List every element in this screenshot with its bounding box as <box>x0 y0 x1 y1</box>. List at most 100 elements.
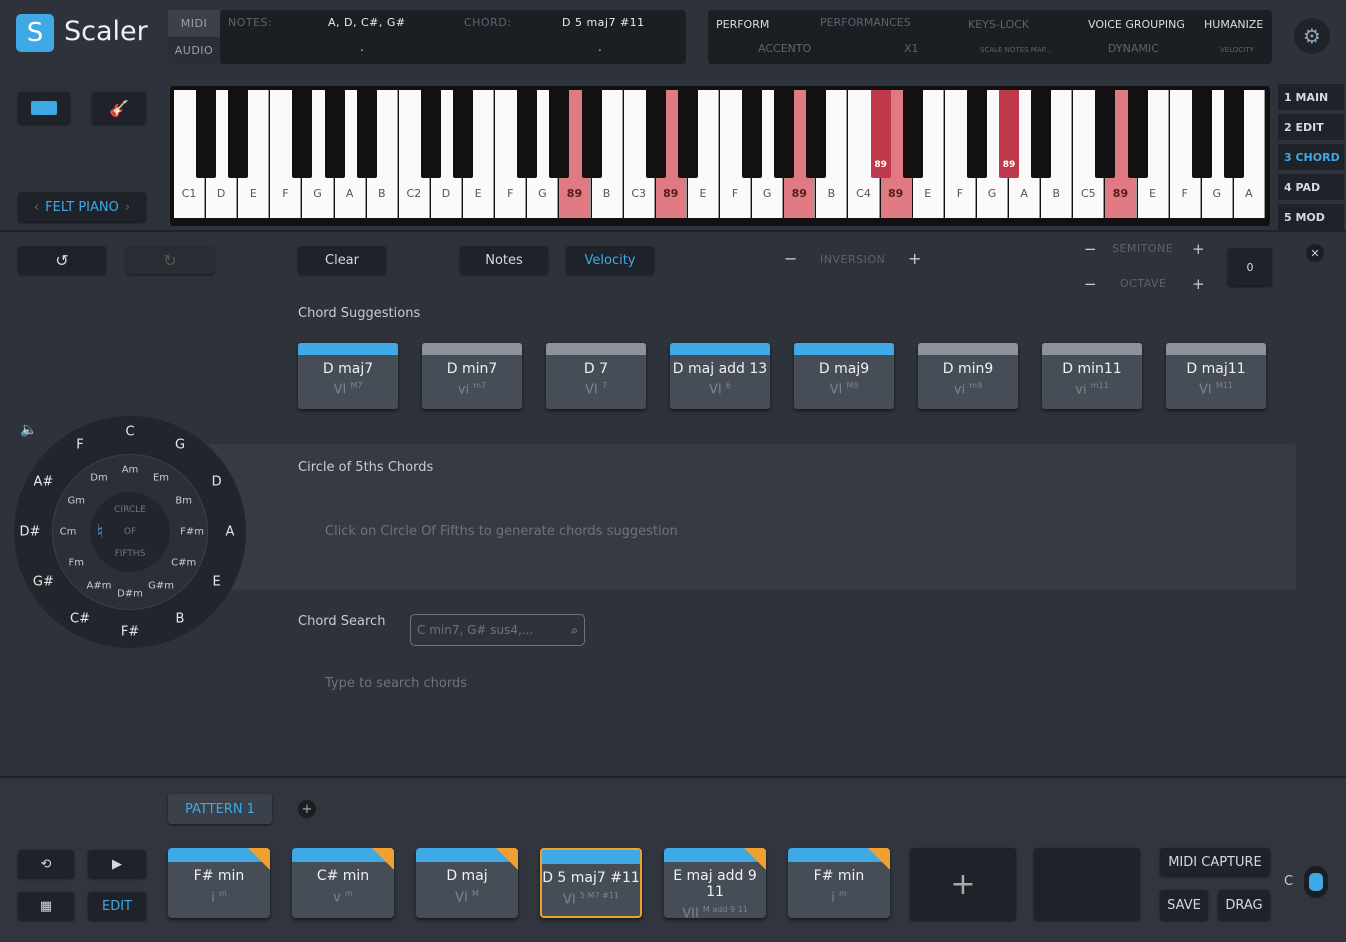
inversion-minus[interactable]: − <box>784 249 797 268</box>
semitone-minus[interactable]: − <box>1084 240 1097 258</box>
circle-key[interactable]: Gm <box>68 496 86 507</box>
perform-label[interactable]: PERFORM <box>716 18 769 31</box>
circle-of-fifths[interactable]: C G D A E B F# C# G# D# A# F Am Em Bm F#m C#m G#m D#m A#m Fm… <box>14 416 246 648</box>
black-key[interactable] <box>645 90 666 178</box>
circle-key[interactable]: D <box>212 475 222 490</box>
chord-search-input[interactable]: C min7, G# sus4,... ⌕ <box>410 614 585 646</box>
black-key[interactable] <box>292 90 313 178</box>
circle-key[interactable]: Dm <box>90 473 107 484</box>
loop-button[interactable]: ⟲ <box>18 850 74 878</box>
save-button[interactable]: SAVE <box>1160 890 1208 920</box>
black-key[interactable] <box>1031 90 1052 178</box>
black-key[interactable] <box>581 90 602 178</box>
circle-key[interactable]: F#m <box>180 527 204 538</box>
circle-key[interactable]: C#m <box>171 558 196 569</box>
velocity-selector[interactable]: VELOCITY <box>1220 46 1254 54</box>
octave-plus[interactable]: + <box>1192 275 1205 293</box>
circle-key[interactable]: Am <box>122 465 139 476</box>
circle-key[interactable]: B <box>176 611 185 626</box>
circle-key[interactable]: A <box>226 525 235 540</box>
circle-key[interactable]: Bm <box>175 496 192 507</box>
key-toggle[interactable] <box>1304 866 1328 898</box>
inversion-plus[interactable]: + <box>908 249 921 268</box>
circle-key[interactable]: G#m <box>148 580 174 591</box>
sidebar-item-mod[interactable]: 5 MOD <box>1278 204 1344 230</box>
black-key[interactable] <box>966 90 987 178</box>
semitone-plus[interactable]: + <box>1192 240 1205 258</box>
velocity-button[interactable]: Velocity <box>566 246 654 274</box>
circle-key[interactable]: F <box>76 438 83 453</box>
pattern-1-tab[interactable]: PATTERN 1 <box>168 794 272 824</box>
black-key[interactable] <box>742 90 763 178</box>
close-icon[interactable]: ✕ <box>1306 244 1324 262</box>
notes-button[interactable]: Notes <box>460 246 548 274</box>
add-chord-slot[interactable]: + <box>910 848 1016 920</box>
chord-suggestion-card[interactable]: D maj add 13 VI 6 <box>670 343 770 409</box>
voice-grouping-label[interactable]: VOICE GROUPING <box>1088 18 1185 31</box>
circle-key[interactable]: F# <box>121 625 139 640</box>
circle-key[interactable]: G# <box>33 575 54 590</box>
midi-tab[interactable]: MIDI <box>168 10 220 37</box>
grid-button[interactable]: ▦ <box>18 892 74 920</box>
black-key[interactable] <box>453 90 474 178</box>
black-key[interactable] <box>1095 90 1116 178</box>
instrument-selector[interactable]: ‹ FELT PIANO › <box>18 192 146 222</box>
black-key[interactable] <box>324 90 345 178</box>
black-key[interactable] <box>1191 90 1212 178</box>
circle-key[interactable]: A#m <box>87 580 112 591</box>
empty-chord-slot[interactable] <box>1034 848 1140 920</box>
sidebar-item-pad[interactable]: 4 PAD <box>1278 174 1344 200</box>
circle-key[interactable]: C# <box>70 611 90 626</box>
humanize-label[interactable]: HUMANIZE <box>1204 18 1263 31</box>
scale-notes-map-selector[interactable]: SCALE NOTES MAP... <box>980 46 1051 54</box>
midi-capture-button[interactable]: MIDI CAPTURE <box>1160 848 1270 876</box>
dynamic-selector[interactable]: DYNAMIC <box>1108 42 1159 55</box>
pattern-chord-card[interactable]: F# min i m <box>168 848 270 918</box>
drag-button[interactable]: DRAG <box>1218 890 1270 920</box>
chord-suggestion-card[interactable]: D 7 VI 7 <box>546 343 646 409</box>
black-key[interactable] <box>1223 90 1244 178</box>
black-key[interactable] <box>517 90 538 178</box>
circle-key[interactable]: Em <box>153 473 169 484</box>
black-key[interactable] <box>228 90 249 178</box>
pattern-chord-card[interactable]: D maj VI M <box>416 848 518 918</box>
circle-key[interactable]: G <box>175 438 185 453</box>
circle-key[interactable]: Fm <box>69 558 85 569</box>
pattern-chord-card[interactable]: C# min v m <box>292 848 394 918</box>
black-key[interactable] <box>549 90 570 178</box>
keys-lock-label[interactable]: KEYS-LOCK <box>968 18 1029 31</box>
black-key[interactable] <box>196 90 217 178</box>
audio-tab[interactable]: AUDIO <box>168 37 220 64</box>
circle-key[interactable]: C <box>125 425 134 440</box>
chord-suggestion-card[interactable]: D maj9 VI M9 <box>794 343 894 409</box>
speaker-icon[interactable]: 🔈 <box>20 422 37 438</box>
piano-keyboard[interactable]: C1 D E F G A B C2 D E F G 89 B C3 89 E F G 89 B C4 89 E F G A B C5 89… <box>170 86 1270 226</box>
play-button[interactable]: ▶ <box>88 850 146 878</box>
sidebar-item-main[interactable]: 1 MAIN <box>1278 84 1344 110</box>
black-key[interactable] <box>774 90 795 178</box>
undo-button[interactable]: ↺ <box>18 246 106 274</box>
chord-suggestion-card[interactable]: D maj11 VI M11 <box>1166 343 1266 409</box>
circle-key[interactable]: Cm <box>60 527 77 538</box>
chord-suggestion-card[interactable]: D min9 vi m9 <box>918 343 1018 409</box>
black-key[interactable] <box>677 90 698 178</box>
x1-selector[interactable]: X1 <box>904 42 919 55</box>
circle-key[interactable]: D# <box>20 525 41 540</box>
octave-minus[interactable]: − <box>1084 275 1097 293</box>
guitar-view-button[interactable]: 🎸 <box>92 92 146 124</box>
black-key[interactable] <box>1127 90 1148 178</box>
black-key[interactable] <box>356 90 377 178</box>
sidebar-item-chord[interactable]: 3 CHORD <box>1278 144 1344 170</box>
chord-suggestion-card[interactable]: D maj7 VI M7 <box>298 343 398 409</box>
keyboard-view-button[interactable] <box>18 92 70 124</box>
circle-key[interactable]: A# <box>33 475 53 490</box>
black-key[interactable] <box>902 90 923 178</box>
black-key[interactable]: 89 <box>999 90 1020 178</box>
sidebar-item-edit[interactable]: 2 EDIT <box>1278 114 1344 140</box>
circle-key[interactable]: E <box>212 575 220 590</box>
clear-button[interactable]: Clear <box>298 246 386 274</box>
settings-gear-icon[interactable]: ⚙ <box>1294 18 1330 54</box>
natural-icon[interactable]: ♮ <box>97 522 103 543</box>
black-key[interactable]: 89 <box>870 90 891 178</box>
circle-key[interactable]: D#m <box>117 589 143 600</box>
